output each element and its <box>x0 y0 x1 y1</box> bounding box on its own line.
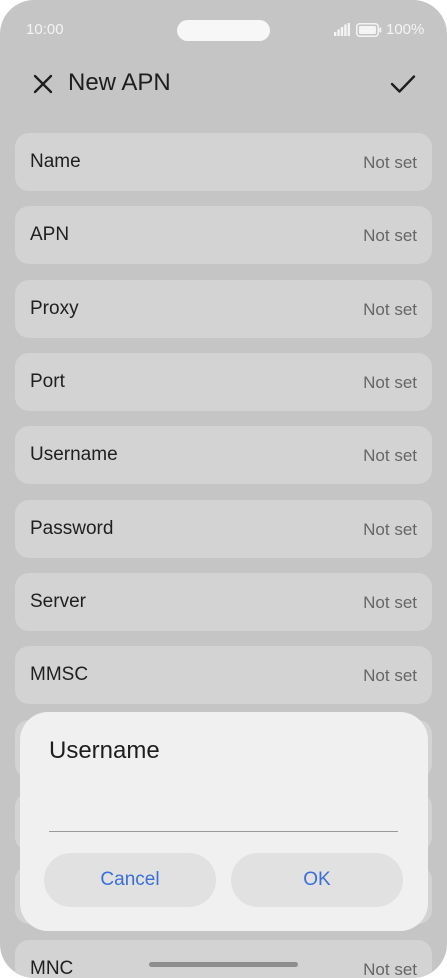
dialog-title: Username <box>49 737 160 764</box>
apn-field-username[interactable]: Username Not set <box>15 426 432 484</box>
field-value: Not set <box>363 300 417 319</box>
battery-percentage: 100% <box>386 21 425 38</box>
field-value: Not set <box>363 373 417 392</box>
field-value: Not set <box>363 666 417 685</box>
field-label: Server <box>30 591 86 612</box>
username-input[interactable] <box>49 787 398 832</box>
apn-field-apn[interactable]: APN Not set <box>15 206 432 264</box>
apn-field-mnc[interactable]: MNC Not set <box>15 940 432 978</box>
phone-screen: 10:00 100% New APN Name Not set APN Not … <box>0 0 447 978</box>
signal-icon <box>334 23 350 36</box>
close-icon <box>33 74 53 94</box>
field-label: Name <box>30 151 81 172</box>
apn-field-mmsc[interactable]: MMSC Not set <box>15 646 432 704</box>
field-label: APN <box>30 224 70 245</box>
status-time: 10:00 <box>26 21 64 38</box>
apn-field-server[interactable]: Server Not set <box>15 573 432 631</box>
field-value: Not set <box>363 593 417 612</box>
field-value: Not set <box>363 520 417 539</box>
apn-field-password[interactable]: Password Not set <box>15 500 432 558</box>
apn-field-port[interactable]: Port Not set <box>15 353 432 411</box>
field-value: Not set <box>363 960 417 978</box>
status-bar: 10:00 100% <box>0 0 447 60</box>
field-value: Not set <box>363 153 417 172</box>
field-value: Not set <box>363 226 417 245</box>
battery-icon <box>356 23 382 37</box>
field-label: Proxy <box>30 298 79 319</box>
camera-pill <box>177 20 270 41</box>
field-value: Not set <box>363 446 417 465</box>
apn-field-proxy[interactable]: Proxy Not set <box>15 280 432 338</box>
username-dialog: Username Cancel OK <box>20 712 428 931</box>
save-button[interactable] <box>388 70 418 98</box>
field-label: MMSC <box>30 664 89 685</box>
field-label: MNC <box>30 958 74 978</box>
home-indicator[interactable] <box>149 962 298 967</box>
apn-field-name[interactable]: Name Not set <box>15 133 432 191</box>
field-label: Password <box>30 518 114 539</box>
close-button[interactable] <box>30 71 56 97</box>
checkmark-icon <box>390 75 416 93</box>
cancel-button[interactable]: Cancel <box>44 853 216 907</box>
field-label: Username <box>30 444 118 465</box>
field-label: Port <box>30 371 65 392</box>
page-title: New APN <box>68 69 171 96</box>
ok-button[interactable]: OK <box>231 853 403 907</box>
